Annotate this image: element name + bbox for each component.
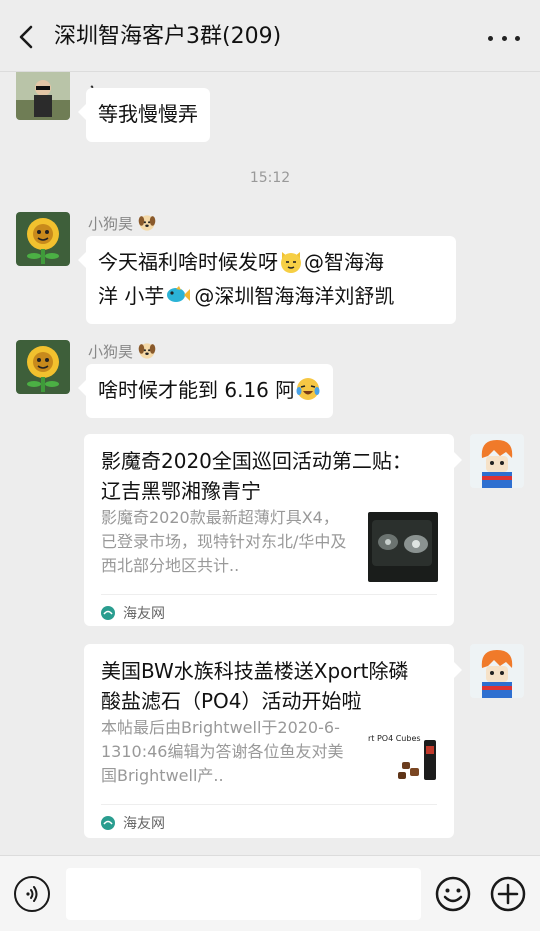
card-thumbnail — [368, 512, 438, 582]
card-description: 影魔奇2020款最新超薄灯具X4，已登录市场，现特针对东北/华中及西北部分地区共… — [101, 508, 347, 575]
message-bubble[interactable]: 今天福利啥时候发呀 @智海海 洋 小芋 @深圳智海海洋刘舒凯 — [78, 236, 456, 324]
avatar[interactable] — [16, 340, 70, 394]
card-source: 海友网 — [101, 594, 437, 624]
message-bubble[interactable]: 啥时候才能到 6.16 阿 — [77, 364, 334, 418]
fish-emoji-icon — [167, 286, 191, 302]
source-logo-icon — [101, 815, 115, 830]
voice-button[interactable] — [14, 876, 50, 912]
smiley-icon — [435, 876, 471, 912]
avatar[interactable] — [16, 212, 70, 266]
source-logo-icon — [101, 605, 115, 620]
input-bar — [0, 855, 540, 931]
crying-laugh-emoji-icon — [296, 378, 320, 400]
sender-name: 小狗昊 — [88, 214, 156, 234]
card-description: 本帖最后由Brightwell于2020-6-1310:46编辑为答谢各位鱼友对… — [101, 718, 344, 785]
back-button[interactable] — [14, 22, 42, 52]
voice-icon — [26, 886, 38, 902]
dog-emoji-icon — [138, 343, 156, 359]
my-avatar[interactable] — [470, 644, 524, 698]
card-title: 影魔奇2020全国巡回活动第二贴： 辽吉黑鄂湘豫青宁 — [101, 449, 412, 503]
more-functions-button[interactable] — [490, 876, 526, 912]
chevron-left-icon — [19, 25, 33, 49]
sender-name: 小狗昊 — [88, 342, 156, 362]
dog-emoji-icon — [138, 215, 156, 231]
card-thumbnail: rt PO4 Cubes — [368, 722, 438, 792]
cat-emoji-icon — [281, 252, 301, 273]
avatar[interactable] — [16, 72, 70, 120]
timestamp: 15:12 — [249, 170, 291, 186]
more-button[interactable] — [488, 24, 520, 52]
chat-header: 深圳智海客户3群(209) — [0, 0, 540, 72]
link-card[interactable]: 影魔奇2020全国巡回活动第二贴： 辽吉黑鄂湘豫青宁 影魔奇2020款最新超薄灯… — [84, 434, 462, 626]
chat-title: 深圳智海客户3群(209) — [54, 24, 282, 49]
card-source: 海友网 — [101, 804, 437, 834]
emoji-button[interactable] — [435, 876, 471, 912]
ellipsis-icon — [488, 35, 493, 41]
card-title: 美国BW水族科技盖楼送Xport除磷酸盐滤石（PO4）活动开始啦 — [101, 659, 409, 713]
message-bubble[interactable]: 等我慢慢弄 — [78, 88, 210, 142]
message-input[interactable] — [66, 868, 421, 920]
message-list[interactable]: ， 等我慢慢弄 15:12 小狗昊 今天福利啥时候发呀 @智海海 洋 小芋 @深圳智… — [0, 72, 540, 855]
plus-circle-icon — [490, 876, 526, 912]
my-avatar[interactable] — [470, 434, 524, 488]
link-card[interactable]: 美国BW水族科技盖楼送Xport除磷酸盐滤石（PO4）活动开始啦 本帖最后由Br… — [84, 644, 462, 838]
